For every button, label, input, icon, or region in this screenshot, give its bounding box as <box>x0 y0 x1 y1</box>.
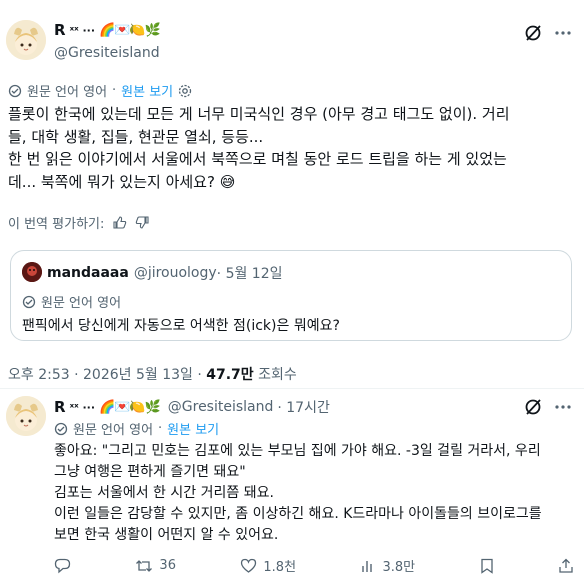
view-original-link[interactable]: 원본 보기 <box>121 81 173 100</box>
share-button[interactable] <box>558 558 574 574</box>
quoted-date[interactable]: · 5월 12일 <box>217 263 283 283</box>
reply-line: 이런 일들은 감당할 수 있지만, 좀 이상하긴 해요. K드라마나 아이돌들의… <box>54 506 542 522</box>
reply-button[interactable] <box>54 558 71 574</box>
grok-icon[interactable] <box>524 398 542 416</box>
quoted-translation-notice: 원문 언어 영어 <box>22 292 121 311</box>
retweet-icon <box>135 558 153 574</box>
avatar-illustration <box>6 396 46 436</box>
reply-author-handle[interactable]: @Gresiteisland <box>168 399 274 415</box>
reply-author-name-suffix: ˣˣ ··· <box>69 400 96 414</box>
reply-time[interactable]: · 17시간 <box>277 397 329 417</box>
translation-notice-text: 원문 언어 영어 <box>27 85 108 100</box>
bookmark-button[interactable] <box>480 558 494 574</box>
author-name-row[interactable]: R ˣˣ ··· 🌈💌🍋🌿 <box>54 21 161 39</box>
grok-icon[interactable] <box>524 24 542 42</box>
author-emojis: 🌈💌🍋🌿 <box>99 22 161 38</box>
reply-author-row: R ˣˣ ··· 🌈💌🍋🌿 @Gresiteisland · 17시간 <box>54 397 330 417</box>
quoted-author-name[interactable]: mandaaaa <box>47 265 129 281</box>
tweet-timestamp[interactable]: 오후 2:53 · 2026년 5월 13일 · <box>8 367 206 383</box>
tweet-line: 플롯이 한국에 있는데 모든 게 너무 미국식인 경우 (아무 경고 태그도 없… <box>8 105 510 123</box>
rate-translation: 이 번역 평가하기: <box>8 213 150 232</box>
quoted-author-avatar[interactable] <box>22 262 42 282</box>
thumbs-down-icon[interactable] <box>135 215 150 230</box>
reply-author-avatar[interactable] <box>6 396 46 436</box>
bookmark-icon <box>480 558 494 574</box>
reply-line: 그냥 여행은 편하게 즐기면 돼요" <box>54 464 246 480</box>
rate-translation-label: 이 번역 평가하기: <box>8 217 105 232</box>
author-name[interactable]: R <box>54 21 66 39</box>
reply-view-original-link[interactable]: 원본 보기 <box>167 419 219 438</box>
tweet-line: 들, 대학 생활, 집들, 현관문 열쇠, 등등... <box>8 127 264 146</box>
retweet-count: 36 <box>159 558 176 573</box>
reply-author-name[interactable]: R <box>54 398 66 416</box>
tweet-body: 플롯이 한국에 있는데 모든 게 너무 미국식인 경우 (아무 경고 태그도 없… <box>8 103 578 193</box>
reply-translation-text: 원문 언어 영어 <box>73 423 154 438</box>
author-avatar[interactable] <box>6 20 46 60</box>
tweet-meta: 오후 2:53 · 2026년 5월 13일 · 47.7만 조회수 <box>8 364 297 384</box>
author-name-suffix: ˣˣ ··· <box>69 23 96 37</box>
views-button[interactable]: 3.8만 <box>360 556 415 575</box>
views-label: 조회수 <box>253 367 297 383</box>
reply-actions: 36 1.8천 3.8만 <box>54 556 574 575</box>
divider <box>0 388 584 389</box>
quoted-author-row: mandaaaa @jirouology · 5월 12일 <box>47 263 283 283</box>
quoted-translation-text: 원문 언어 영어 <box>41 296 122 311</box>
quoted-text: 팬픽에서 당신에게 자동으로 어색한 점(ick)은 뭐예요? <box>22 318 340 334</box>
translate-icon <box>8 84 22 98</box>
reply-line: 김포는 서울에서 한 시간 거리쯤 돼요. <box>54 485 274 501</box>
tweet-line: 데... 북쪽에 뭐가 있는지 아세요? 😅 <box>8 172 236 191</box>
like-count: 1.8천 <box>263 560 297 575</box>
avatar-illustration <box>6 20 46 60</box>
author-handle[interactable]: @Gresiteisland <box>54 45 160 61</box>
translate-icon <box>54 422 68 436</box>
reply-body: 좋아요: "그리고 민호는 김포에 있는 부모님 집에 가야 해요. -3일 걸… <box>54 441 579 546</box>
heart-icon <box>240 558 257 574</box>
thumbs-up-icon[interactable] <box>112 215 127 230</box>
quoted-author-handle[interactable]: @jirouology <box>134 265 217 281</box>
more-options-icon[interactable] <box>554 400 572 414</box>
views-count: 47.7만 <box>206 367 254 383</box>
reply-line: 좋아요: "그리고 민호는 김포에 있는 부모님 집에 가야 해요. -3일 걸… <box>54 443 541 459</box>
share-icon <box>558 558 574 574</box>
reply-author-emojis: 🌈💌🍋🌿 <box>99 399 161 415</box>
views-count: 3.8만 <box>382 560 416 575</box>
analytics-icon <box>360 558 376 574</box>
reply-translation-notice: 원문 언어 영어 · 원본 보기 <box>54 419 219 438</box>
tweet-line: 한 번 읽은 이야기에서 서울에서 북쪽으로 며칠 동안 로드 트립을 하는 게… <box>8 150 507 168</box>
reply-line: 보면 한국 생활이 어떤지 알 수 있어요. <box>54 527 279 543</box>
translation-notice: 원문 언어 영어 · 원본 보기 <box>8 81 192 100</box>
more-options-icon[interactable] <box>554 26 572 40</box>
reply-icon <box>54 558 71 574</box>
translate-icon <box>22 295 36 309</box>
like-button[interactable]: 1.8천 <box>240 556 296 575</box>
retweet-button[interactable]: 36 <box>135 558 176 574</box>
settings-icon[interactable] <box>178 84 192 98</box>
